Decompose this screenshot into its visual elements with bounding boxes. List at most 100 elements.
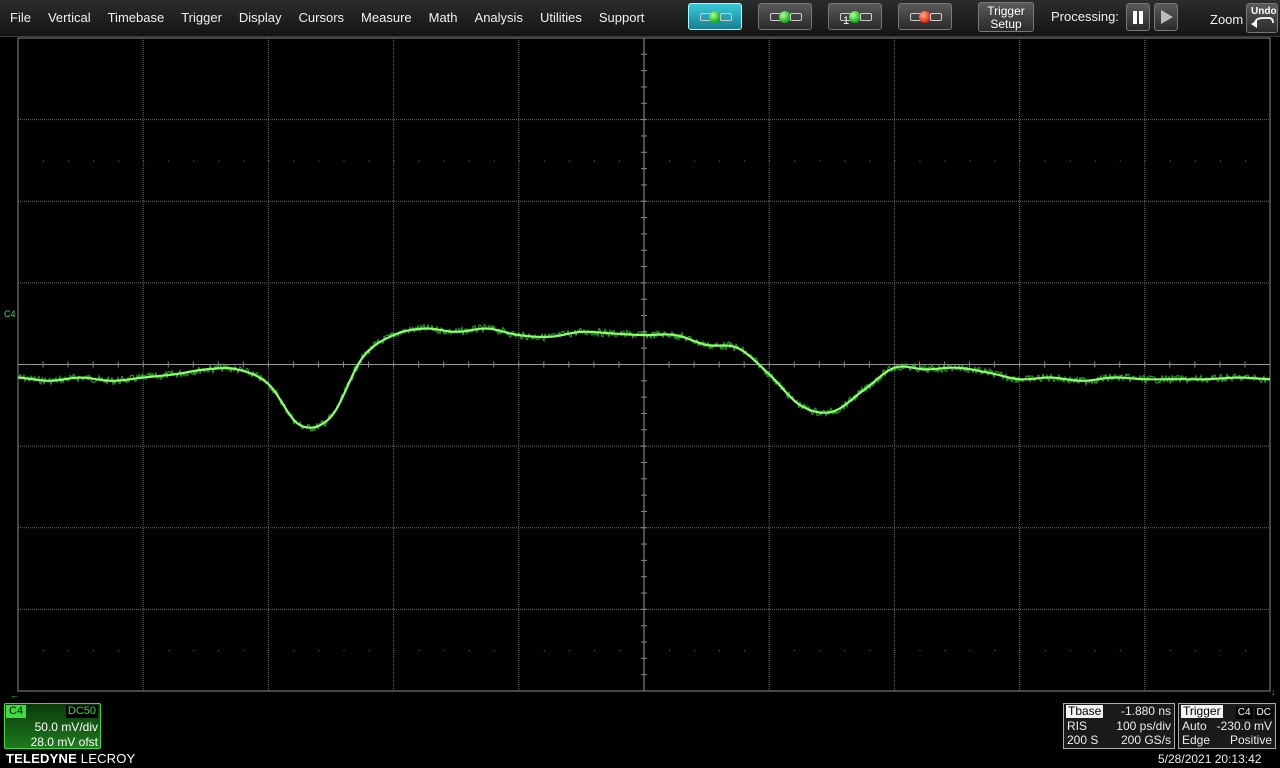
- brand-normal: LECROY: [80, 751, 136, 766]
- grid-dot: [143, 650, 145, 652]
- grid-dot: [1169, 650, 1171, 652]
- zoom-label: Zoom: [1210, 12, 1244, 27]
- waveform-grid[interactable]: [0, 36, 1280, 696]
- grid-dot: [919, 160, 921, 162]
- auto-trigger-button[interactable]: [688, 3, 742, 30]
- grid-dot: [1244, 650, 1246, 652]
- undo-button[interactable]: Undo: [1246, 3, 1278, 33]
- grid-dot: [343, 160, 345, 162]
- grid-dot: [1069, 160, 1071, 162]
- timebase-delay: -1.880 ns: [1120, 704, 1171, 718]
- menu-file[interactable]: File: [0, 0, 38, 36]
- grid-dot: [769, 650, 771, 652]
- grid-dot: [593, 160, 595, 162]
- menu-analysis[interactable]: Analysis: [465, 0, 530, 36]
- grid-dot: [994, 650, 996, 652]
- single-trigger-button[interactable]: 1: [828, 3, 882, 30]
- grid-dot: [93, 160, 95, 162]
- grid-dot: [68, 160, 70, 162]
- menu-math[interactable]: Math: [419, 0, 465, 36]
- timebase-descriptor[interactable]: Tbase -1.880 ns RIS 100 ps/div 200 S 200…: [1063, 703, 1175, 749]
- channel-tag: C4: [6, 705, 27, 718]
- menu-support[interactable]: Support: [589, 0, 652, 36]
- grid-dot: [118, 160, 120, 162]
- grid-dot: [1144, 650, 1146, 652]
- trigger-setup-button[interactable]: Trigger Setup: [978, 2, 1034, 32]
- menu-measure[interactable]: Measure: [351, 0, 419, 36]
- grid-dot: [694, 160, 696, 162]
- c4-level-marker[interactable]: C4: [4, 309, 16, 319]
- stop-trigger-button[interactable]: [898, 3, 952, 30]
- grid-dot: [894, 160, 896, 162]
- pause-button[interactable]: [1126, 3, 1150, 31]
- grid-dot: [168, 650, 170, 652]
- menu-bar: File Vertical Timebase Trigger Display Cursor…: [0, 0, 1280, 37]
- menu-cursors[interactable]: Cursors: [289, 0, 352, 36]
- grid-dot: [744, 160, 746, 162]
- brand-logo: TELEDYNE LECROY: [6, 751, 135, 766]
- timebase-tdiv: 100 ps/div: [1116, 719, 1171, 733]
- channel-descriptor-c4[interactable]: C4 DC50 50.0 mV/div 28.0 mV ofst: [4, 703, 101, 749]
- trigger-slope: Positive: [1229, 733, 1272, 747]
- grid-dot: [468, 650, 470, 652]
- channel-offset: 28.0 mV ofst: [30, 735, 98, 749]
- grid-dot: [143, 160, 145, 162]
- grid-dot: [819, 650, 821, 652]
- grid-dot: [43, 650, 45, 652]
- play-button[interactable]: [1154, 3, 1178, 31]
- grid-dot: [1094, 650, 1096, 652]
- grid-dot: [618, 650, 620, 652]
- grid-dot: [193, 160, 195, 162]
- grid-dot: [243, 650, 245, 652]
- menu-timebase[interactable]: Timebase: [98, 0, 172, 36]
- trigger-source: C4: [1235, 707, 1253, 719]
- menu-vertical[interactable]: Vertical: [38, 0, 98, 36]
- grid-dot: [443, 160, 445, 162]
- grid-dot: [368, 160, 370, 162]
- grid-dot: [694, 650, 696, 652]
- normal-trigger-button[interactable]: [758, 3, 812, 30]
- menu-display[interactable]: Display: [229, 0, 289, 36]
- grid-dot: [218, 160, 220, 162]
- menu-utilities[interactable]: Utilities: [530, 0, 589, 36]
- grid-dot: [669, 160, 671, 162]
- grid-dot: [293, 160, 295, 162]
- menu-trigger[interactable]: Trigger: [171, 0, 229, 36]
- timebase-title: Tbase: [1066, 704, 1104, 718]
- grid-dot: [794, 160, 796, 162]
- grid-dot: [418, 160, 420, 162]
- timebase-rate: 200 GS/s: [1120, 733, 1171, 747]
- grid-dot: [819, 160, 821, 162]
- grid-dot: [518, 650, 520, 652]
- brand-bold: TELEDYNE: [6, 751, 77, 766]
- channel-coupling: DC50: [65, 705, 98, 718]
- grid-dot: [744, 650, 746, 652]
- timebase-mode: RIS: [1067, 719, 1088, 733]
- grid-dot: [669, 650, 671, 652]
- grid-dot: [894, 650, 896, 652]
- pause-icon: [1133, 11, 1143, 24]
- trigger-descriptor[interactable]: Trigger C4 DC Auto -230.0 mV Edge Positiv…: [1178, 703, 1276, 749]
- trigger-position-marker[interactable]: ↓: [1271, 687, 1276, 697]
- grid-dot: [719, 160, 721, 162]
- grid-dot: [919, 650, 921, 652]
- timebase-samples: 200 S: [1067, 733, 1099, 747]
- grid-dot: [1069, 650, 1071, 652]
- grid-dot: [1244, 160, 1246, 162]
- grid-dot: [1219, 650, 1221, 652]
- grid-dot: [268, 650, 270, 652]
- grid-dot: [393, 160, 395, 162]
- grid-dot: [1019, 160, 1021, 162]
- grid-dot: [393, 650, 395, 652]
- grid-dot: [243, 160, 245, 162]
- trigger-coupling: DC: [1254, 707, 1273, 719]
- trigger-mode: Auto: [1182, 719, 1207, 733]
- grid-dot: [944, 160, 946, 162]
- grid-dot: [293, 650, 295, 652]
- grid-dot: [118, 650, 120, 652]
- grid-dot: [1019, 650, 1021, 652]
- grid-dot: [568, 650, 570, 652]
- grid-dot: [43, 160, 45, 162]
- grid-dot: [1144, 160, 1146, 162]
- main-menu: File Vertical Timebase Trigger Display Cursor…: [0, 0, 651, 36]
